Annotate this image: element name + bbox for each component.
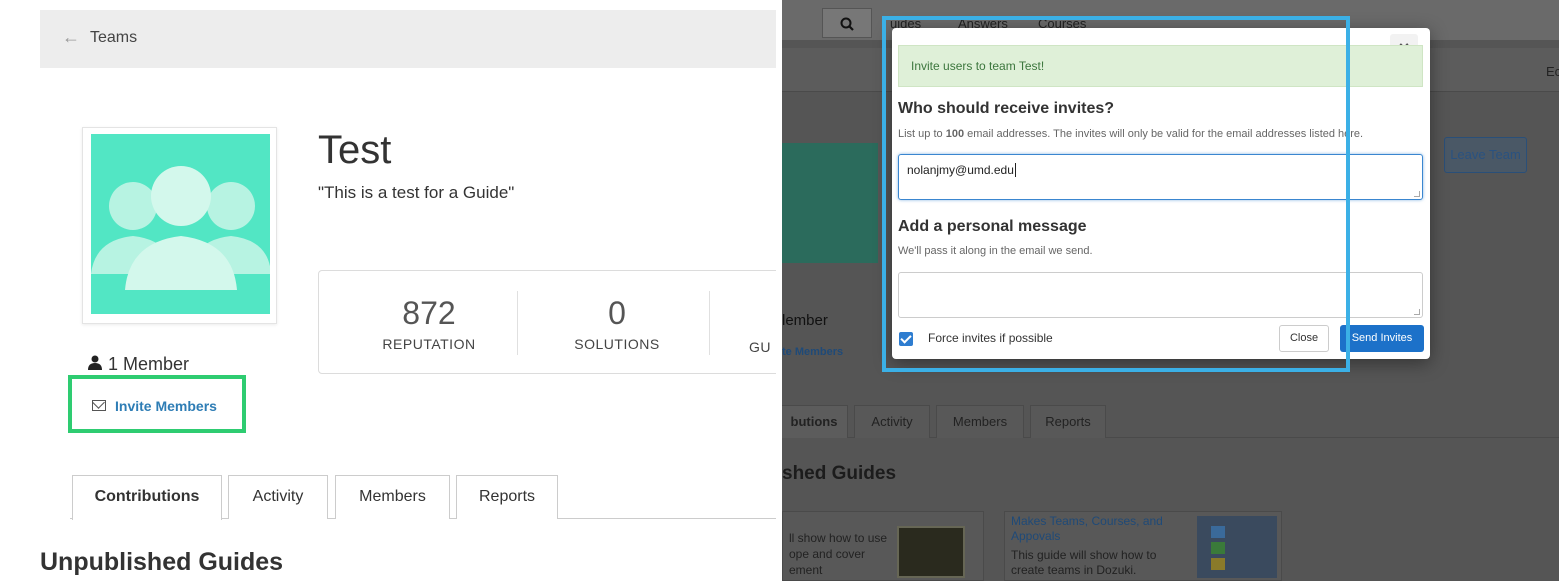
tab-reports[interactable]: Reports [456,475,558,519]
user-icon [88,355,102,370]
invite-members-link[interactable]: te Members [782,346,843,358]
stat-label: SOLUTIONS [574,336,660,352]
stat-reputation: 872 REPUTATION [359,295,499,352]
edge-text: Ec [1546,64,1559,79]
stat-divider [517,291,518,355]
team-tabs: butions Activity Members Reports [782,405,1559,438]
stat-label: GU [749,339,771,355]
invite-alert: Invite users to team Test! [898,45,1423,87]
member-count-label: 1 Member [108,354,190,374]
breadcrumb-bar: ← Teams [40,10,776,68]
stat-value: 872 [402,295,456,331]
tab-members[interactable]: Members [936,405,1024,438]
team-title: Test [318,128,392,172]
search-button[interactable] [822,8,872,38]
guide-card-line: ope and cover [789,547,866,561]
invite-members-highlight: Invite Members [68,375,246,433]
send-invites-button[interactable]: Send Invites [1340,325,1424,352]
back-arrow-icon[interactable]: ← [62,27,80,48]
message-textarea[interactable] [898,272,1423,318]
force-invites-label[interactable]: Force invites if possible [928,331,1053,345]
emails-textarea[interactable]: nolanjmy@umd.edu [898,154,1423,200]
stat-guides: GU [749,295,776,355]
message-heading: Add a personal message [898,218,1087,235]
search-icon [840,17,854,32]
invites-heading: Who should receive invites? [898,100,1115,117]
section-heading: Unpublished Guides [40,548,284,576]
tab-activity[interactable]: Activity [228,475,328,519]
team-avatar-card [82,127,277,324]
guide-card-line: ll show how to use [789,531,888,545]
team-page-panel: ← Teams Test "This is a test for a Guide… [0,0,776,581]
tab-members[interactable]: Members [335,475,450,519]
breadcrumb-teams-link[interactable]: Teams [90,29,137,47]
stat-divider [709,291,710,355]
guide-card-text: ll show how to use ope and cover ement [789,530,887,578]
close-button[interactable]: Close [1279,325,1329,352]
tab-contributions[interactable]: butions [782,405,848,438]
people-group-icon [91,166,270,290]
leave-team-button[interactable]: Leave Team [1444,137,1527,173]
guide-thumbnail [1197,516,1277,578]
invites-help-suffix: email addresses. The invites will only b… [964,128,1364,140]
message-help-text: We'll pass it along in the email we send… [898,245,1093,257]
invites-help-text: List up to 100 email addresses. The invi… [898,128,1363,140]
guide-card-description: This guide will show how to create teams… [1011,548,1157,577]
invites-help-count: 100 [945,128,965,140]
team-avatar [91,134,270,314]
team-stats: 872 REPUTATION 0 SOLUTIONS GU [318,270,776,374]
team-tabs: Contributions Activity Members Reports [70,475,776,520]
invites-help-prefix: List up to [898,128,946,140]
guide-card-title[interactable]: Makes Teams, Courses, and Appovals [1011,514,1181,544]
team-description: "This is a test for a Guide" [318,183,515,202]
envelope-icon [92,400,106,411]
stat-value: 0 [608,295,626,331]
team-avatar [782,143,878,263]
force-invites-checkbox[interactable] [899,332,913,346]
resize-handle-icon[interactable] [1414,309,1420,315]
member-count-label: lember [782,312,828,329]
resize-handle-icon[interactable] [1414,191,1420,197]
invite-modal: × Invite users to team Test! Who should … [892,28,1430,359]
tab-reports[interactable]: Reports [1030,405,1106,438]
member-count: 1 Member [88,354,189,375]
guide-thumbnail [897,526,965,578]
emails-value: nolanjmy@umd.edu [907,163,1014,177]
section-heading: shed Guides [782,463,897,484]
tab-activity[interactable]: Activity [854,405,930,438]
guide-card[interactable]: ll show how to use ope and cover ement [782,511,984,581]
invite-modal-panel: uides Answers Courses Ec Leave Team lemb… [782,0,1559,581]
tab-contributions[interactable]: Contributions [72,475,222,520]
text-cursor [1014,163,1016,177]
guide-card[interactable]: Makes Teams, Courses, and Appovals This … [1004,511,1282,581]
guide-card-line: ement [789,563,823,577]
stat-solutions: 0 SOLUTIONS [547,295,687,352]
invite-members-link[interactable]: Invite Members [115,398,217,414]
stat-label: REPUTATION [382,336,476,352]
